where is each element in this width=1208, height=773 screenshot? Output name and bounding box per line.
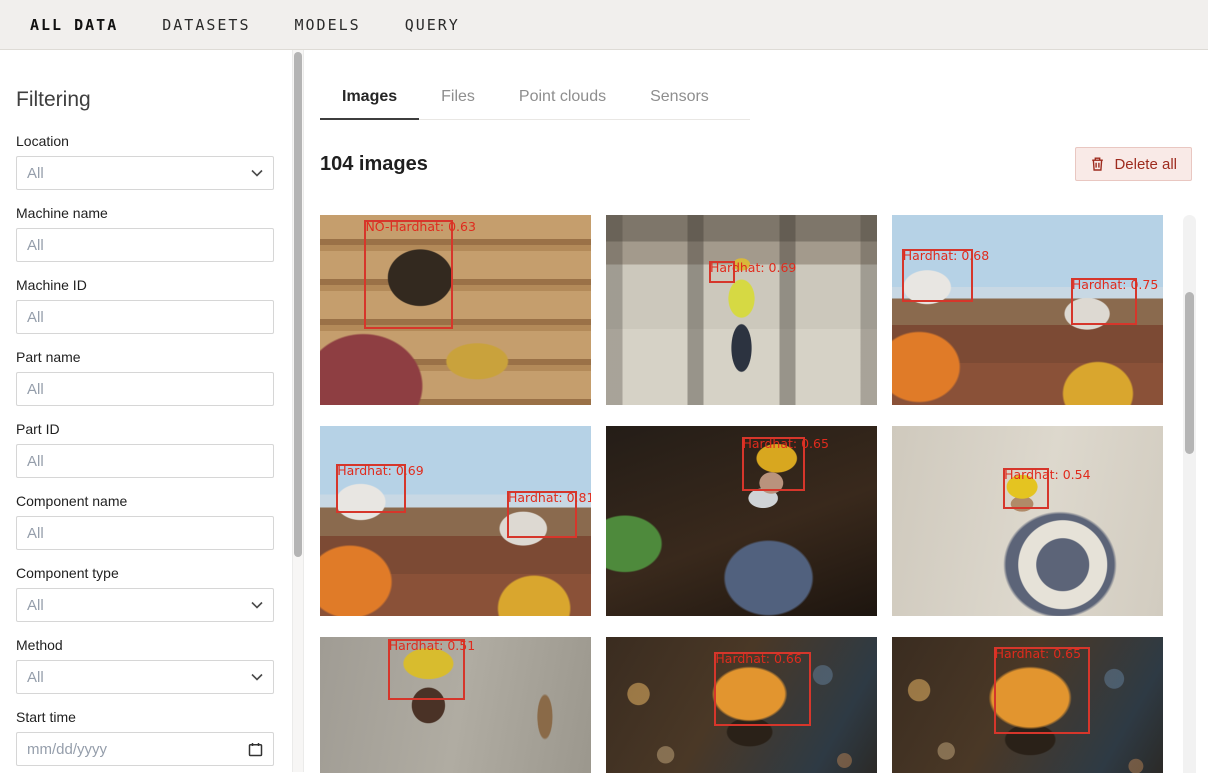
- filter-label-part-id: Part ID: [16, 421, 274, 437]
- filter-label-machine-name: Machine name: [16, 205, 274, 221]
- filter-label-component-type: Component type: [16, 565, 274, 581]
- chevron-down-icon: [251, 169, 263, 177]
- detection-box: Hardhat: 0.51: [388, 639, 466, 700]
- detection-label: Hardhat: 0.69: [710, 260, 796, 275]
- calendar-icon: [248, 742, 263, 757]
- image-thumbnail-3[interactable]: Hardhat: 0.68 Hardhat: 0.75: [892, 215, 1163, 405]
- detection-label: Hardhat: 0.65: [995, 646, 1081, 661]
- nav-item-all-data[interactable]: ALL DATA: [30, 16, 118, 34]
- tab-images[interactable]: Images: [320, 80, 419, 120]
- main-content: ImagesFilesPoint cloudsSensors 104 image…: [292, 50, 1208, 772]
- image-thumbnail-4[interactable]: Hardhat: 0.69 Hardhat: 0.81: [320, 426, 591, 616]
- filter-input-machine-id[interactable]: [16, 300, 274, 334]
- filter-sidebar: Filtering Location All Machine name Machine…: [0, 50, 292, 772]
- filter-select-component-type[interactable]: All: [16, 588, 274, 622]
- tab-bar: ImagesFilesPoint cloudsSensors: [320, 80, 750, 120]
- content-header: 104 images Delete all: [320, 147, 1208, 181]
- image-thumbnail-9[interactable]: Hardhat: 0.65: [892, 637, 1163, 773]
- filter-label-machine-id: Machine ID: [16, 277, 274, 293]
- top-navbar: ALL DATA DATASETS MODELS QUERY: [0, 0, 1208, 50]
- image-grid: NO-Hardhat: 0.63Hardhat: 0.69Hardhat: 0.…: [320, 215, 1208, 773]
- filter-input-part-id[interactable]: [16, 444, 274, 478]
- image-thumbnail-1[interactable]: NO-Hardhat: 0.63: [320, 215, 591, 405]
- detection-label: Hardhat: 0.51: [389, 638, 475, 653]
- filter-group-machine-name: Machine name: [16, 205, 274, 262]
- tab-files[interactable]: Files: [419, 80, 497, 120]
- sidebar-title: Filtering: [16, 88, 274, 112]
- detection-box: Hardhat: 0.54: [1003, 468, 1049, 509]
- filter-group-part-id: Part ID: [16, 421, 274, 478]
- chevron-down-icon: [251, 601, 263, 609]
- filter-group-location: Location All: [16, 133, 274, 190]
- filter-list: Location All Machine name Machine ID Part na…: [16, 133, 274, 766]
- image-thumbnail-2[interactable]: Hardhat: 0.69: [606, 215, 877, 405]
- image-count: 104 images: [320, 153, 428, 176]
- filter-group-machine-id: Machine ID: [16, 277, 274, 334]
- filter-group-part-name: Part name: [16, 349, 274, 406]
- image-grid-area: NO-Hardhat: 0.63Hardhat: 0.69Hardhat: 0.…: [320, 215, 1208, 773]
- filter-value-location: All: [27, 165, 251, 182]
- nav-item-query[interactable]: QUERY: [405, 16, 460, 34]
- detection-label: NO-Hardhat: 0.63: [365, 219, 475, 234]
- detection-box: Hardhat: 0.69: [336, 464, 406, 513]
- filter-group-method: Method All: [16, 637, 274, 694]
- tab-point-clouds[interactable]: Point clouds: [497, 80, 628, 120]
- detection-label: Hardhat: 0.81: [508, 490, 591, 505]
- filter-input-component-name[interactable]: [16, 516, 274, 550]
- tab-sensors[interactable]: Sensors: [628, 80, 731, 120]
- nav-item-models[interactable]: MODELS: [295, 16, 361, 34]
- filter-label-start-time: Start time: [16, 709, 274, 725]
- grid-scrollbar[interactable]: [1183, 215, 1196, 773]
- filter-label-method: Method: [16, 637, 274, 653]
- nav-item-datasets[interactable]: DATASETS: [162, 16, 250, 34]
- filter-group-component-name: Component name: [16, 493, 274, 550]
- filter-value-component-type: All: [27, 597, 251, 614]
- detection-box: NO-Hardhat: 0.63: [364, 220, 452, 329]
- detection-box: Hardhat: 0.65: [994, 647, 1091, 734]
- detection-label: Hardhat: 0.69: [337, 463, 423, 478]
- filter-select-location[interactable]: All: [16, 156, 274, 190]
- detection-label: Hardhat: 0.75: [1072, 277, 1158, 292]
- filter-input-machine-name[interactable]: [16, 228, 274, 262]
- filter-group-start-time: Start time mm/dd/yyyy: [16, 709, 274, 766]
- detection-label: Hardhat: 0.68: [903, 248, 989, 263]
- trash-icon: [1090, 156, 1105, 172]
- detection-box: Hardhat: 0.66: [714, 652, 811, 726]
- image-thumbnail-6[interactable]: Hardhat: 0.54: [892, 426, 1163, 616]
- filter-label-component-name: Component name: [16, 493, 274, 509]
- filter-value-start-time: mm/dd/yyyy: [27, 741, 248, 758]
- detection-label: Hardhat: 0.66: [715, 651, 801, 666]
- filter-select-method[interactable]: All: [16, 660, 274, 694]
- grid-scrollbar-thumb[interactable]: [1185, 292, 1194, 454]
- detection-box: Hardhat: 0.69: [709, 261, 735, 284]
- filter-value-method: All: [27, 669, 251, 686]
- image-thumbnail-5[interactable]: Hardhat: 0.65: [606, 426, 877, 616]
- delete-all-label: Delete all: [1114, 156, 1177, 173]
- detection-label: Hardhat: 0.65: [743, 436, 829, 451]
- chevron-down-icon: [251, 673, 263, 681]
- main-nav: ALL DATA DATASETS MODELS QUERY: [30, 16, 460, 34]
- filter-label-location: Location: [16, 133, 274, 149]
- filter-date-start-time[interactable]: mm/dd/yyyy: [16, 732, 274, 766]
- delete-all-button[interactable]: Delete all: [1075, 147, 1192, 181]
- detection-box: Hardhat: 0.81: [507, 491, 577, 539]
- detection-box: Hardhat: 0.75: [1071, 278, 1137, 326]
- detection-box: Hardhat: 0.68: [902, 249, 974, 302]
- image-thumbnail-8[interactable]: Hardhat: 0.66: [606, 637, 877, 773]
- image-thumbnail-7[interactable]: Hardhat: 0.51: [320, 637, 591, 773]
- filter-group-component-type: Component type All: [16, 565, 274, 622]
- filter-label-part-name: Part name: [16, 349, 274, 365]
- detection-label: Hardhat: 0.54: [1004, 467, 1090, 482]
- detection-box: Hardhat: 0.65: [742, 437, 806, 490]
- filter-input-part-name[interactable]: [16, 372, 274, 406]
